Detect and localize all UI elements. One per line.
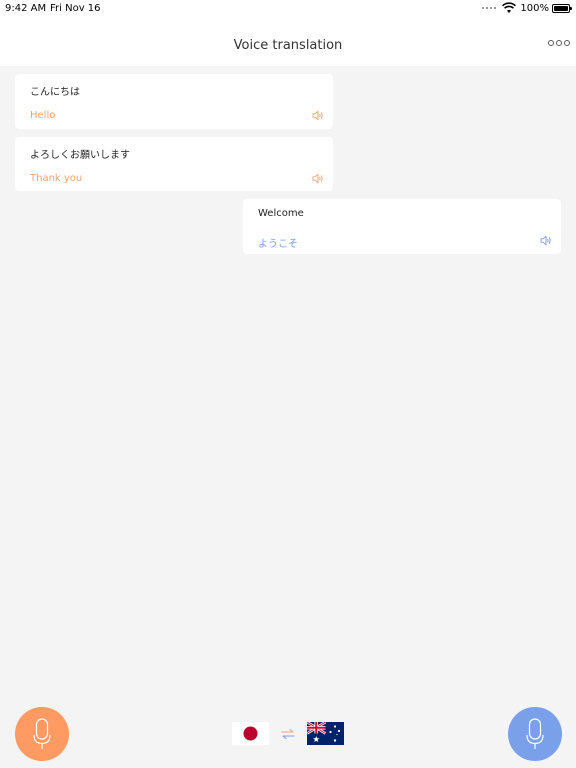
- speaker-icon[interactable]: [312, 173, 324, 184]
- australia-flag-icon[interactable]: [307, 722, 344, 745]
- status-bar: 9:42 AM Fri Nov 16 100%: [0, 0, 576, 18]
- more-options-button[interactable]: [548, 40, 570, 46]
- app-root: 9:42 AM Fri Nov 16 100% Voice translatio…: [0, 0, 576, 768]
- translated-text: Hello: [30, 110, 56, 121]
- battery-percentage: 100%: [520, 2, 549, 14]
- japan-flag-icon[interactable]: [232, 722, 269, 745]
- status-date: Fri Nov 16: [50, 3, 101, 14]
- source-text: よろしくお願いします: [30, 150, 130, 161]
- navigation-bar: Voice translation: [0, 18, 576, 66]
- translated-text: Thank you: [30, 173, 83, 184]
- source-language-mic-button[interactable]: [15, 707, 69, 761]
- status-time: 9:42 AM: [5, 3, 47, 14]
- message-bubble: よろしくお願いします Thank you: [15, 137, 333, 191]
- microphone-icon: [33, 718, 51, 749]
- message-bubble: Welcome ようこそ: [243, 199, 561, 254]
- microphone-icon: [526, 718, 544, 749]
- speaker-icon[interactable]: [312, 110, 324, 121]
- status-indicators: 100%: [482, 2, 572, 14]
- more-icon: [548, 40, 554, 46]
- battery-icon: [552, 3, 572, 13]
- page-title: Voice translation: [233, 38, 343, 53]
- translated-text: ようこそ: [258, 239, 298, 250]
- speaker-icon[interactable]: [540, 235, 552, 246]
- message-bubble: こんにちは Hello: [15, 74, 333, 129]
- wifi-icon: [502, 2, 517, 13]
- more-icon: [564, 40, 570, 46]
- more-icon: [556, 40, 562, 46]
- source-text: Welcome: [258, 208, 304, 219]
- signal-icon: [482, 7, 497, 9]
- target-language-mic-button[interactable]: [508, 707, 562, 761]
- swap-icon[interactable]: [281, 728, 295, 740]
- source-text: こんにちは: [30, 87, 80, 98]
